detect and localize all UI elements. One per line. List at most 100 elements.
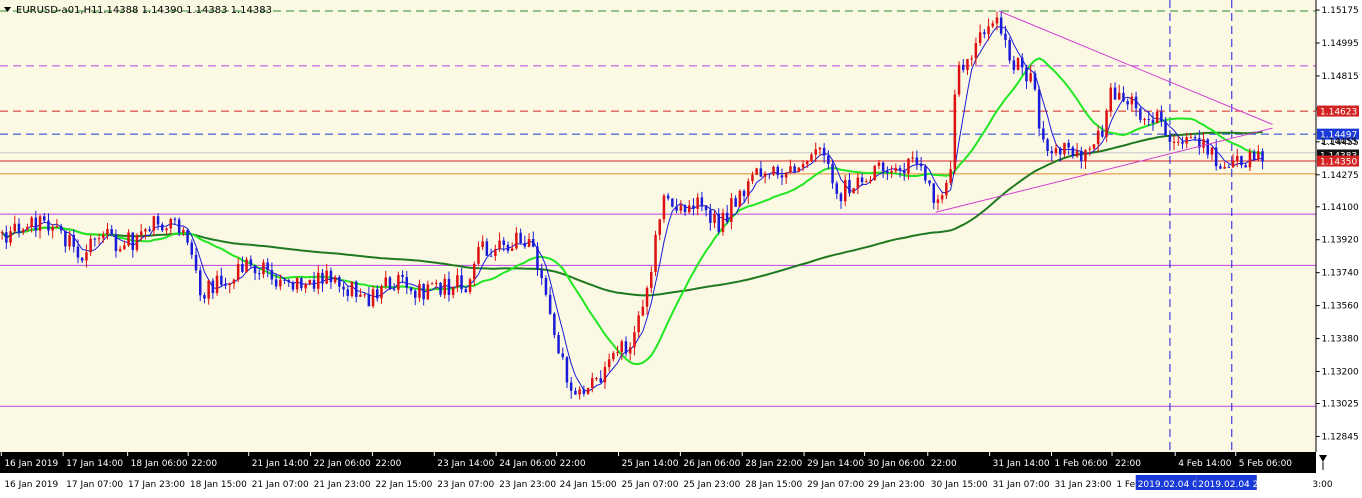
candle-body <box>34 217 38 231</box>
candle-body <box>295 278 299 290</box>
candle-body <box>932 183 935 203</box>
candle-body <box>877 162 881 166</box>
candle-body <box>312 279 316 289</box>
candle-body <box>47 220 50 231</box>
candle-body <box>751 174 754 182</box>
candle-body <box>1206 139 1209 155</box>
candle-body <box>852 188 855 194</box>
y-tick-label: 1.13380 <box>1322 335 1359 345</box>
candle-body <box>262 262 265 275</box>
candle-body <box>76 246 80 258</box>
candle-body <box>169 218 172 229</box>
candle-body <box>110 229 113 235</box>
x-tick-label-bottom: 29 Jan 07:00 <box>807 480 864 490</box>
candle-body <box>21 229 25 233</box>
candle-body <box>970 58 973 60</box>
candle-body <box>55 226 59 228</box>
candle-body <box>266 262 269 270</box>
candle-body <box>106 229 109 235</box>
candle-body <box>338 277 341 287</box>
candle-body <box>1075 150 1079 157</box>
candle-body <box>228 283 231 285</box>
candle-body <box>633 332 636 348</box>
candle-body <box>308 279 312 284</box>
candle-body <box>245 259 248 272</box>
candle-body <box>1160 111 1163 122</box>
candle-body <box>64 230 67 247</box>
candle-body <box>983 32 986 35</box>
candle-body <box>1181 141 1184 144</box>
candle-body <box>1257 151 1260 160</box>
candle-body <box>894 168 897 171</box>
candle-body <box>388 277 392 290</box>
candle-body <box>279 279 282 287</box>
candle <box>654 230 657 277</box>
candle-body <box>456 275 459 288</box>
candle-body <box>1122 92 1125 102</box>
candle-body <box>666 195 670 199</box>
candle-body <box>569 382 573 391</box>
candle-body <box>253 265 257 274</box>
x-tick-label-top: 1 Feb 06:00 <box>1054 459 1108 469</box>
x-tick-label-bottom: 17 Jan 23:00 <box>128 480 185 490</box>
candle-body <box>806 160 809 165</box>
candle-body <box>822 147 826 156</box>
candle-body <box>447 278 451 295</box>
chart-window[interactable]: 1.151751.149951.148151.146351.144551.142… <box>0 0 1362 494</box>
candle-body <box>127 232 130 246</box>
candle-body <box>477 246 480 264</box>
candle-body <box>1214 147 1218 167</box>
candle-body <box>1151 119 1155 124</box>
candle-body <box>1143 119 1146 121</box>
x-tick-label-top: 26 Jan 06:00 <box>683 459 740 469</box>
x-tick-label-bottom: 16 Jan 2019 <box>4 480 58 490</box>
candle-body <box>397 274 400 290</box>
candle-body <box>186 230 189 243</box>
candle-body <box>536 246 539 270</box>
x-tick-label-bottom: 30 Jan 15:00 <box>931 480 988 490</box>
y-tick-label: 1.14815 <box>1322 72 1359 82</box>
candle-body <box>346 289 349 296</box>
candle <box>1008 37 1011 64</box>
x-tick-label-bottom: 28 Jan 15:00 <box>745 480 802 490</box>
y-tick-label: 1.13740 <box>1322 269 1359 279</box>
candle <box>852 187 855 194</box>
candle-body <box>287 280 290 283</box>
candle-body <box>1227 166 1231 168</box>
candle-body <box>401 274 404 278</box>
candle-body <box>384 277 387 286</box>
candle-body <box>881 162 885 172</box>
candle-body <box>903 169 906 174</box>
candle-body <box>616 352 619 354</box>
candle-body <box>464 289 468 293</box>
candle-body <box>742 191 746 196</box>
x-tick-label-top: 29 Jan 14:00 <box>807 459 864 469</box>
candle-body <box>709 210 712 223</box>
candle-body <box>962 64 965 70</box>
candle-body <box>460 275 463 290</box>
candle-body <box>1096 130 1100 145</box>
candle-body <box>1130 96 1134 105</box>
candle-body <box>856 177 860 189</box>
x-tick-label-bottom: 31 Jan 07:00 <box>993 480 1050 490</box>
x-tick-label-bottom: 25 Jan 07:00 <box>622 480 679 490</box>
candle-body <box>9 231 12 243</box>
candle-body <box>224 284 227 286</box>
candle-body <box>236 264 240 280</box>
x-tick-label-top: 16 Jan 2019 <box>4 459 58 469</box>
y-tick-label: 1.15175 <box>1322 6 1359 16</box>
candle-body <box>624 341 628 354</box>
candle-body <box>51 227 54 231</box>
candle-body <box>68 235 71 247</box>
candle-body <box>1202 139 1205 148</box>
candle-body <box>1105 111 1108 137</box>
x-tick-label-bottom: 31 Jan 23:00 <box>1054 480 1111 490</box>
candle-body <box>1071 147 1075 157</box>
candle-body <box>5 232 8 243</box>
candle-body <box>949 169 952 183</box>
header-symbol: EURUSD-a01,H1 <box>16 5 97 16</box>
candle-body <box>182 230 185 233</box>
candle-body <box>928 180 931 184</box>
candle-body <box>17 223 21 233</box>
x-tick-label-top: 22 Jan 06:00 <box>314 459 371 469</box>
